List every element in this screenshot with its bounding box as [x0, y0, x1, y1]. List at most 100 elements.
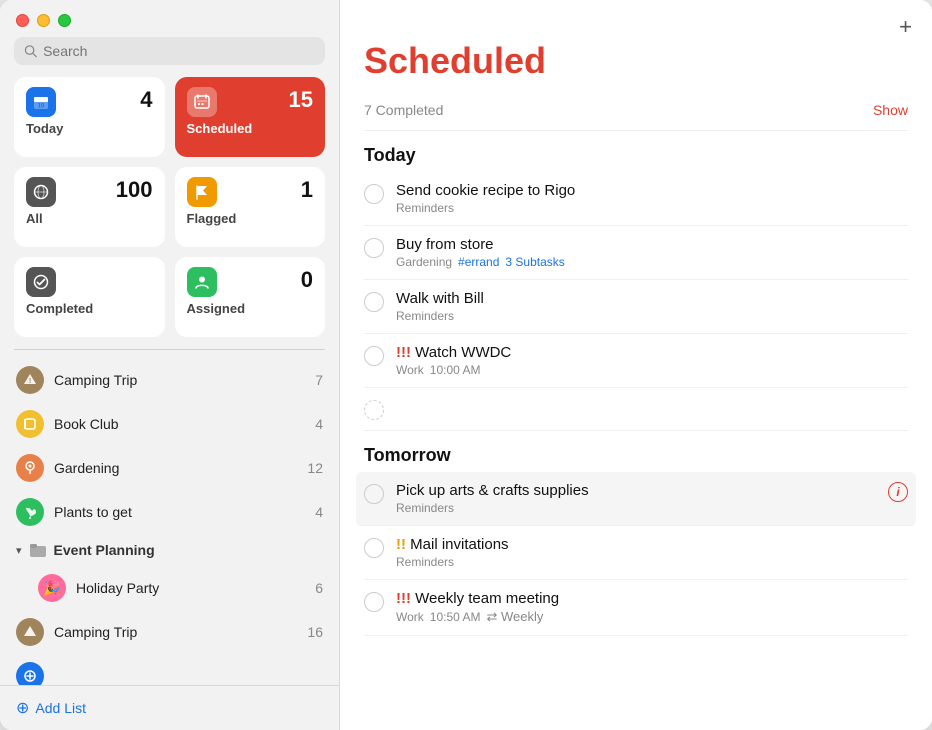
reminder-title-arts: Pick up arts & crafts supplies	[396, 482, 876, 499]
assigned-icon	[187, 267, 217, 297]
list-item-more[interactable]	[8, 654, 331, 685]
fullscreen-button[interactable]	[58, 14, 71, 27]
reminder-list-buy: Gardening	[396, 255, 452, 269]
repeat-icon-meeting: ⇄ Weekly	[486, 609, 543, 625]
main-content-area: + Scheduled 7 Completed Show Today Send …	[340, 0, 932, 730]
today-icon: 10	[26, 87, 56, 117]
smart-list-assigned[interactable]: 0 Assigned	[175, 257, 326, 337]
gardening-icon	[16, 454, 44, 482]
list-item-plants-to-get[interactable]: Plants to get 4	[8, 490, 331, 534]
reminder-sub-mail: Reminders	[396, 555, 908, 569]
sidebar-divider	[14, 349, 325, 350]
main-scroll-area: Scheduled 7 Completed Show Today Send co…	[340, 40, 932, 730]
add-list-label: Add List	[35, 700, 86, 716]
reminder-watch-wwdc: !!! Watch WWDC Work 10:00 AM	[364, 334, 908, 388]
reminder-title-buy: Buy from store	[396, 236, 908, 253]
smart-list-completed[interactable]: Completed	[14, 257, 165, 337]
reminder-circle-wwdc[interactable]	[364, 346, 384, 366]
holiday-party-count: 6	[315, 580, 323, 596]
svg-text:10: 10	[38, 104, 45, 110]
reminder-list-cookie: Reminders	[396, 201, 454, 215]
holiday-party-icon: 🎉	[38, 574, 66, 602]
add-reminder-button[interactable]: +	[899, 14, 912, 40]
minimize-button[interactable]	[37, 14, 50, 27]
search-input[interactable]	[43, 43, 315, 59]
completed-bar: 7 Completed Show	[364, 90, 908, 131]
plants-icon	[16, 498, 44, 526]
list-item-camping-trip-sub[interactable]: Camping Trip 16	[8, 610, 331, 654]
camping-sub-label: Camping Trip	[54, 624, 297, 640]
completed-count-text: 7 Completed	[364, 102, 443, 118]
reminder-tag-buy: #errand	[458, 255, 499, 269]
search-bar[interactable]	[14, 37, 325, 65]
sidebar: 10 4 Today	[0, 0, 340, 730]
reminder-list-meeting: Work	[396, 610, 424, 624]
event-planning-group-header[interactable]: ▾ Event Planning	[8, 534, 331, 566]
camping-sub-count: 16	[307, 624, 323, 640]
reminder-circle-arts[interactable]	[364, 484, 384, 504]
reminder-title-wwdc: !!! Watch WWDC	[396, 344, 908, 361]
reminder-time-wwdc: 10:00 AM	[430, 363, 481, 377]
more-list-icon	[16, 662, 44, 685]
flagged-count: 1	[301, 177, 313, 203]
show-completed-button[interactable]: Show	[873, 102, 908, 118]
flagged-label: Flagged	[187, 211, 314, 226]
reminder-right-arts: i	[888, 482, 908, 502]
book-club-count: 4	[315, 416, 323, 432]
reminder-circle-buy[interactable]	[364, 238, 384, 258]
reminder-send-cookie-recipe: Send cookie recipe to Rigo Reminders	[364, 172, 908, 226]
priority-icon-mail: !!	[396, 536, 406, 553]
scheduled-count: 15	[289, 87, 313, 113]
reminder-body-wwdc: !!! Watch WWDC Work 10:00 AM	[396, 344, 908, 377]
today-count: 4	[140, 87, 152, 113]
close-button[interactable]	[16, 14, 29, 27]
search-icon	[24, 44, 37, 58]
all-label: All	[26, 211, 153, 226]
gardening-label: Gardening	[54, 460, 297, 476]
book-club-icon	[16, 410, 44, 438]
assigned-label: Assigned	[187, 301, 314, 316]
reminder-body-arts: Pick up arts & crafts supplies Reminders	[396, 482, 876, 515]
smart-list-scheduled[interactable]: 15 Scheduled	[175, 77, 326, 157]
reminder-circle-mail[interactable]	[364, 538, 384, 558]
reminder-title-mail: !! Mail invitations	[396, 536, 908, 553]
scheduled-label: Scheduled	[187, 121, 314, 136]
assigned-count: 0	[301, 267, 313, 293]
smart-list-flagged[interactable]: 1 Flagged	[175, 167, 326, 247]
list-item-book-club[interactable]: Book Club 4	[8, 402, 331, 446]
scheduled-icon	[187, 87, 217, 117]
reminder-sub-meeting: Work 10:50 AM ⇄ Weekly	[396, 609, 908, 625]
page-title: Scheduled	[364, 40, 908, 82]
priority-icon-wwdc: !!!	[396, 344, 411, 361]
reminder-arts-crafts: Pick up arts & crafts supplies Reminders…	[356, 472, 916, 526]
smart-list-today[interactable]: 10 4 Today	[14, 77, 165, 157]
all-count: 100	[116, 177, 153, 203]
reminder-sub-buy: Gardening #errand 3 Subtasks	[396, 255, 908, 269]
reminder-buy-from-store: Buy from store Gardening #errand 3 Subta…	[364, 226, 908, 280]
list-item-holiday-party[interactable]: 🎉 Holiday Party 6	[8, 566, 331, 610]
reminder-circle-empty[interactable]	[364, 400, 384, 420]
info-icon-arts[interactable]: i	[888, 482, 908, 502]
all-icon	[26, 177, 56, 207]
list-item-gardening[interactable]: Gardening 12	[8, 446, 331, 490]
reminder-circle-cookie[interactable]	[364, 184, 384, 204]
camping-trip-label: Camping Trip	[54, 372, 305, 388]
section-header-tomorrow: Tomorrow	[364, 445, 908, 466]
reminder-title-meeting: !!! Weekly team meeting	[396, 590, 908, 607]
reminder-circle-walk[interactable]	[364, 292, 384, 312]
reminder-weekly-meeting: !!! Weekly team meeting Work 10:50 AM ⇄ …	[364, 580, 908, 636]
reminder-time-meeting: 10:50 AM	[430, 610, 481, 624]
reminder-mail-invitations: !! Mail invitations Reminders	[364, 526, 908, 580]
smart-list-all[interactable]: 100 All	[14, 167, 165, 247]
priority-icon-meeting: !!!	[396, 590, 411, 607]
reminder-title-cookie: Send cookie recipe to Rigo	[396, 182, 908, 199]
reminder-walk-with-bill: Walk with Bill Reminders	[364, 280, 908, 334]
add-list-button[interactable]: ⊕ Add List	[0, 685, 339, 730]
svg-text:!: !	[29, 378, 31, 385]
camping-sub-icon	[16, 618, 44, 646]
book-club-label: Book Club	[54, 416, 305, 432]
reminder-circle-meeting[interactable]	[364, 592, 384, 612]
list-item-camping-trip[interactable]: ! Camping Trip 7	[8, 358, 331, 402]
reminder-list-wwdc: Work	[396, 363, 424, 377]
reminder-sub-walk: Reminders	[396, 309, 908, 323]
